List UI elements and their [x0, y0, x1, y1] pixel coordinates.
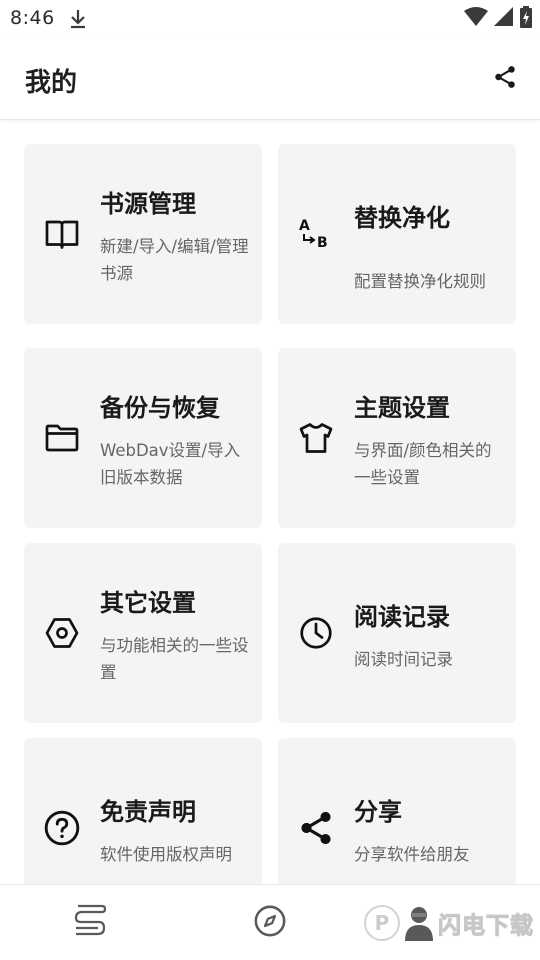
- card-title: 其它设置: [100, 589, 196, 617]
- card-backup-restore[interactable]: 备份与恢复 WebDav设置/导入旧版本数据: [24, 348, 262, 528]
- card-book-source[interactable]: 书源管理 新建/导入/编辑/管理书源: [24, 144, 262, 324]
- settings-grid: 书源管理 新建/导入/编辑/管理书源 AB 替换净化 配置替换净化规则 备份与恢…: [0, 121, 540, 884]
- card-title: 阅读记录: [354, 603, 450, 631]
- card-title: 替换净化: [354, 204, 450, 232]
- card-share[interactable]: 分享 分享软件给朋友: [278, 738, 516, 884]
- nav-bookshelf[interactable]: [70, 903, 110, 943]
- card-title: 备份与恢复: [100, 394, 220, 422]
- folder-icon: [43, 419, 81, 457]
- status-time: 8:46: [10, 7, 55, 29]
- share-icon: [492, 64, 518, 94]
- share-button[interactable]: [490, 64, 520, 94]
- card-reading-record[interactable]: 阅读记录 阅读时间记录: [278, 543, 516, 723]
- card-subtitle: WebDav设置/导入旧版本数据: [100, 441, 241, 487]
- watermark: P 闪电下载: [364, 905, 534, 941]
- hexagon-settings-icon: [43, 614, 81, 652]
- tshirt-icon: [297, 419, 335, 457]
- compass-icon: [253, 904, 287, 942]
- bookshelf-icon: [72, 904, 108, 942]
- card-subtitle: 软件使用版权声明: [100, 845, 232, 864]
- card-subtitle: 与功能相关的一些设置: [100, 636, 249, 682]
- card-subtitle: 配置替换净化规则: [354, 272, 486, 291]
- bottom-nav: P 闪电下载: [0, 884, 540, 960]
- card-replace-purify[interactable]: AB 替换净化 配置替换净化规则: [278, 144, 516, 324]
- svg-text:A: A: [299, 218, 310, 234]
- nav-discover[interactable]: [250, 903, 290, 943]
- clock-icon: [297, 614, 335, 652]
- share-icon: [297, 809, 335, 847]
- download-icon: [68, 8, 88, 30]
- a-to-b-replace-icon: AB: [297, 215, 335, 253]
- wifi-icon: [464, 7, 488, 31]
- battery-charging-icon: [520, 6, 532, 32]
- help-circle-icon: [43, 809, 81, 847]
- card-title: 主题设置: [354, 394, 450, 422]
- card-subtitle: 阅读时间记录: [354, 650, 453, 669]
- watermark-text: 闪电下载: [438, 913, 534, 940]
- card-other-settings[interactable]: 其它设置 与功能相关的一些设置: [24, 543, 262, 723]
- svg-text:B: B: [317, 235, 328, 251]
- cell-signal-icon: [494, 7, 514, 31]
- book-icon: [43, 215, 81, 253]
- watermark-logo: P: [364, 905, 400, 941]
- status-bar: 8:46: [0, 0, 540, 38]
- card-theme-settings[interactable]: 主题设置 与界面/颜色相关的一些设置: [278, 348, 516, 528]
- card-title: 分享: [354, 798, 402, 826]
- app-bar: 我的: [0, 38, 540, 120]
- card-subtitle: 分享软件给朋友: [354, 845, 470, 864]
- card-subtitle: 新建/导入/编辑/管理书源: [100, 237, 249, 283]
- my-profile-icon[interactable]: [404, 905, 434, 941]
- page-title: 我的: [25, 68, 78, 98]
- card-disclaimer[interactable]: 免责声明 软件使用版权声明: [24, 738, 262, 884]
- card-title: 书源管理: [100, 190, 196, 218]
- card-subtitle: 与界面/颜色相关的一些设置: [354, 441, 492, 487]
- card-title: 免责声明: [100, 798, 196, 826]
